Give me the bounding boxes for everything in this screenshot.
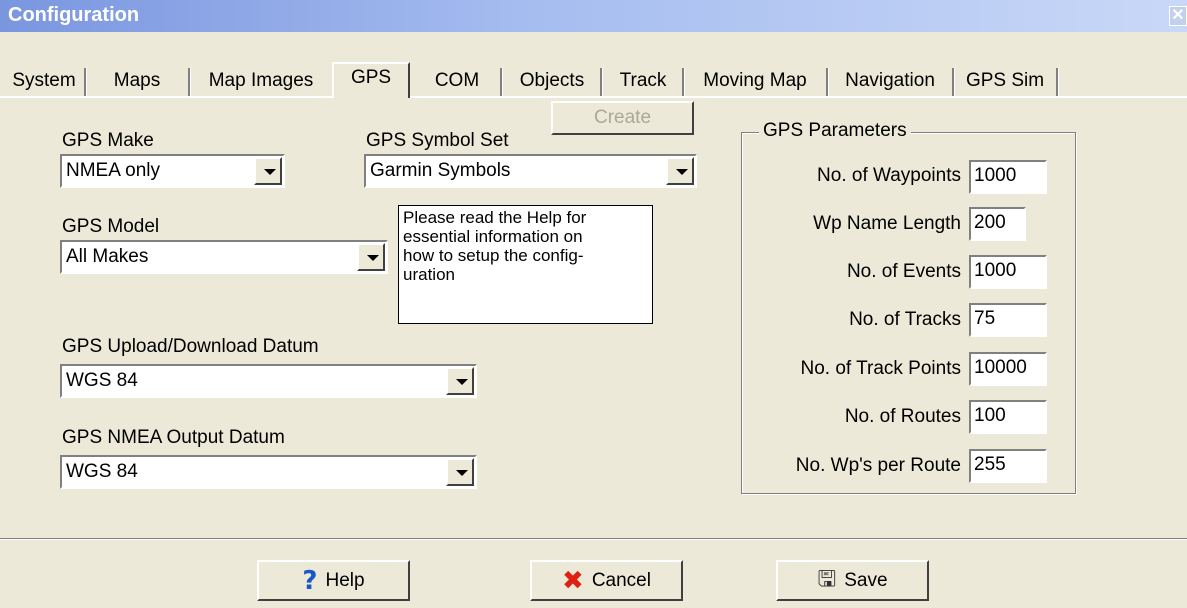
chevron-down-icon — [367, 255, 379, 261]
tab-map-images[interactable]: Map Images — [192, 68, 330, 96]
tab-divider — [84, 68, 87, 96]
help-note-line: uration — [403, 265, 455, 284]
cancel-button[interactable]: ✖ Cancel — [530, 560, 683, 601]
help-note-line: how to setup the config- — [403, 246, 584, 265]
wp-name-length-input[interactable]: 200 — [969, 207, 1026, 241]
close-icon: ✕ — [1171, 7, 1185, 24]
chevron-down-icon — [456, 470, 468, 476]
tab-divider — [188, 68, 191, 96]
tab-strip: System Maps Map Images GPS COM Objects T… — [0, 32, 1187, 98]
waypoints-label: No. of Waypoints — [817, 165, 961, 186]
tab-divider — [952, 68, 955, 96]
tab-gps-sim[interactable]: GPS Sim — [956, 68, 1054, 96]
help-note-line: essential information on — [403, 227, 583, 246]
gps-make-select[interactable]: NMEA only — [60, 154, 285, 188]
upload-datum-value: WGS 84 — [66, 370, 138, 391]
wp-name-length-label: Wp Name Length — [813, 213, 961, 234]
button-bar-separator-highlight — [0, 539, 1187, 540]
cross-icon: ✖ — [562, 565, 584, 596]
save-button-label: Save — [844, 569, 888, 591]
gps-symbol-set-select[interactable]: Garmin Symbols — [364, 154, 697, 188]
gps-model-dropdown-button[interactable] — [357, 243, 385, 271]
tab-divider — [826, 68, 829, 96]
chevron-down-icon — [264, 169, 276, 175]
tab-system[interactable]: System — [6, 68, 82, 96]
tab-divider — [1056, 68, 1059, 96]
close-button[interactable]: ✕ — [1169, 6, 1187, 26]
help-note-line: Please read the Help for — [403, 208, 587, 227]
tracks-label: No. of Tracks — [849, 309, 961, 330]
routes-input[interactable]: 100 — [969, 400, 1047, 434]
gps-parameters-title: GPS Parameters — [759, 120, 911, 142]
track-points-label: No. of Track Points — [800, 358, 961, 379]
chevron-down-icon — [456, 379, 468, 385]
chevron-down-icon — [676, 169, 688, 175]
wp-per-route-input[interactable]: 255 — [969, 449, 1047, 483]
gps-model-label: GPS Model — [62, 216, 160, 237]
gps-make-value: NMEA only — [66, 160, 160, 181]
tab-panel-border — [0, 96, 1187, 98]
window-title: Configuration — [8, 4, 140, 26]
gps-symbol-set-value: Garmin Symbols — [370, 160, 511, 181]
tab-divider — [500, 68, 503, 96]
create-button[interactable]: Create — [551, 101, 694, 135]
tab-maps[interactable]: Maps — [88, 68, 186, 96]
upload-datum-select[interactable]: WGS 84 — [60, 364, 477, 398]
events-label: No. of Events — [846, 261, 961, 282]
question-icon: ? — [302, 565, 318, 596]
tab-objects[interactable]: Objects — [504, 68, 600, 96]
gps-make-dropdown-button[interactable] — [254, 157, 282, 185]
gps-symbol-set-dropdown-button[interactable] — [666, 157, 694, 185]
waypoints-input[interactable]: 1000 — [969, 160, 1047, 194]
title-bar: Configuration ✕ — [0, 0, 1187, 32]
save-button[interactable]: 🖫 Save — [776, 560, 929, 601]
routes-label: No. of Routes — [844, 406, 961, 427]
tab-gps[interactable]: GPS — [332, 62, 410, 98]
tab-track[interactable]: Track — [604, 68, 682, 96]
gps-make-label: GPS Make — [62, 130, 154, 151]
upload-datum-dropdown-button[interactable] — [446, 367, 474, 395]
help-button-label: Help — [325, 569, 365, 591]
track-points-input[interactable]: 10000 — [969, 352, 1047, 386]
tab-moving-map[interactable]: Moving Map — [686, 68, 824, 96]
gps-symbol-set-label: GPS Symbol Set — [366, 130, 509, 151]
nmea-datum-select[interactable]: WGS 84 — [60, 455, 477, 489]
help-note: Please read the Help for essential infor… — [398, 205, 653, 324]
nmea-datum-label: GPS NMEA Output Datum — [62, 427, 285, 448]
tab-divider — [682, 68, 685, 96]
gps-model-select[interactable]: All Makes — [60, 240, 388, 274]
tab-com[interactable]: COM — [414, 68, 500, 96]
tab-divider — [600, 68, 603, 96]
upload-datum-label: GPS Upload/Download Datum — [62, 336, 319, 357]
gps-model-value: All Makes — [66, 246, 149, 267]
wp-per-route-label: No. Wp's per Route — [795, 455, 961, 476]
tracks-input[interactable]: 75 — [969, 303, 1047, 337]
help-button[interactable]: ? Help — [257, 560, 410, 601]
cancel-button-label: Cancel — [591, 569, 651, 591]
tab-navigation[interactable]: Navigation — [830, 68, 950, 96]
nmea-datum-value: WGS 84 — [66, 461, 138, 482]
save-icon: 🖫 — [817, 566, 837, 592]
nmea-datum-dropdown-button[interactable] — [446, 458, 474, 486]
events-input[interactable]: 1000 — [969, 255, 1047, 289]
